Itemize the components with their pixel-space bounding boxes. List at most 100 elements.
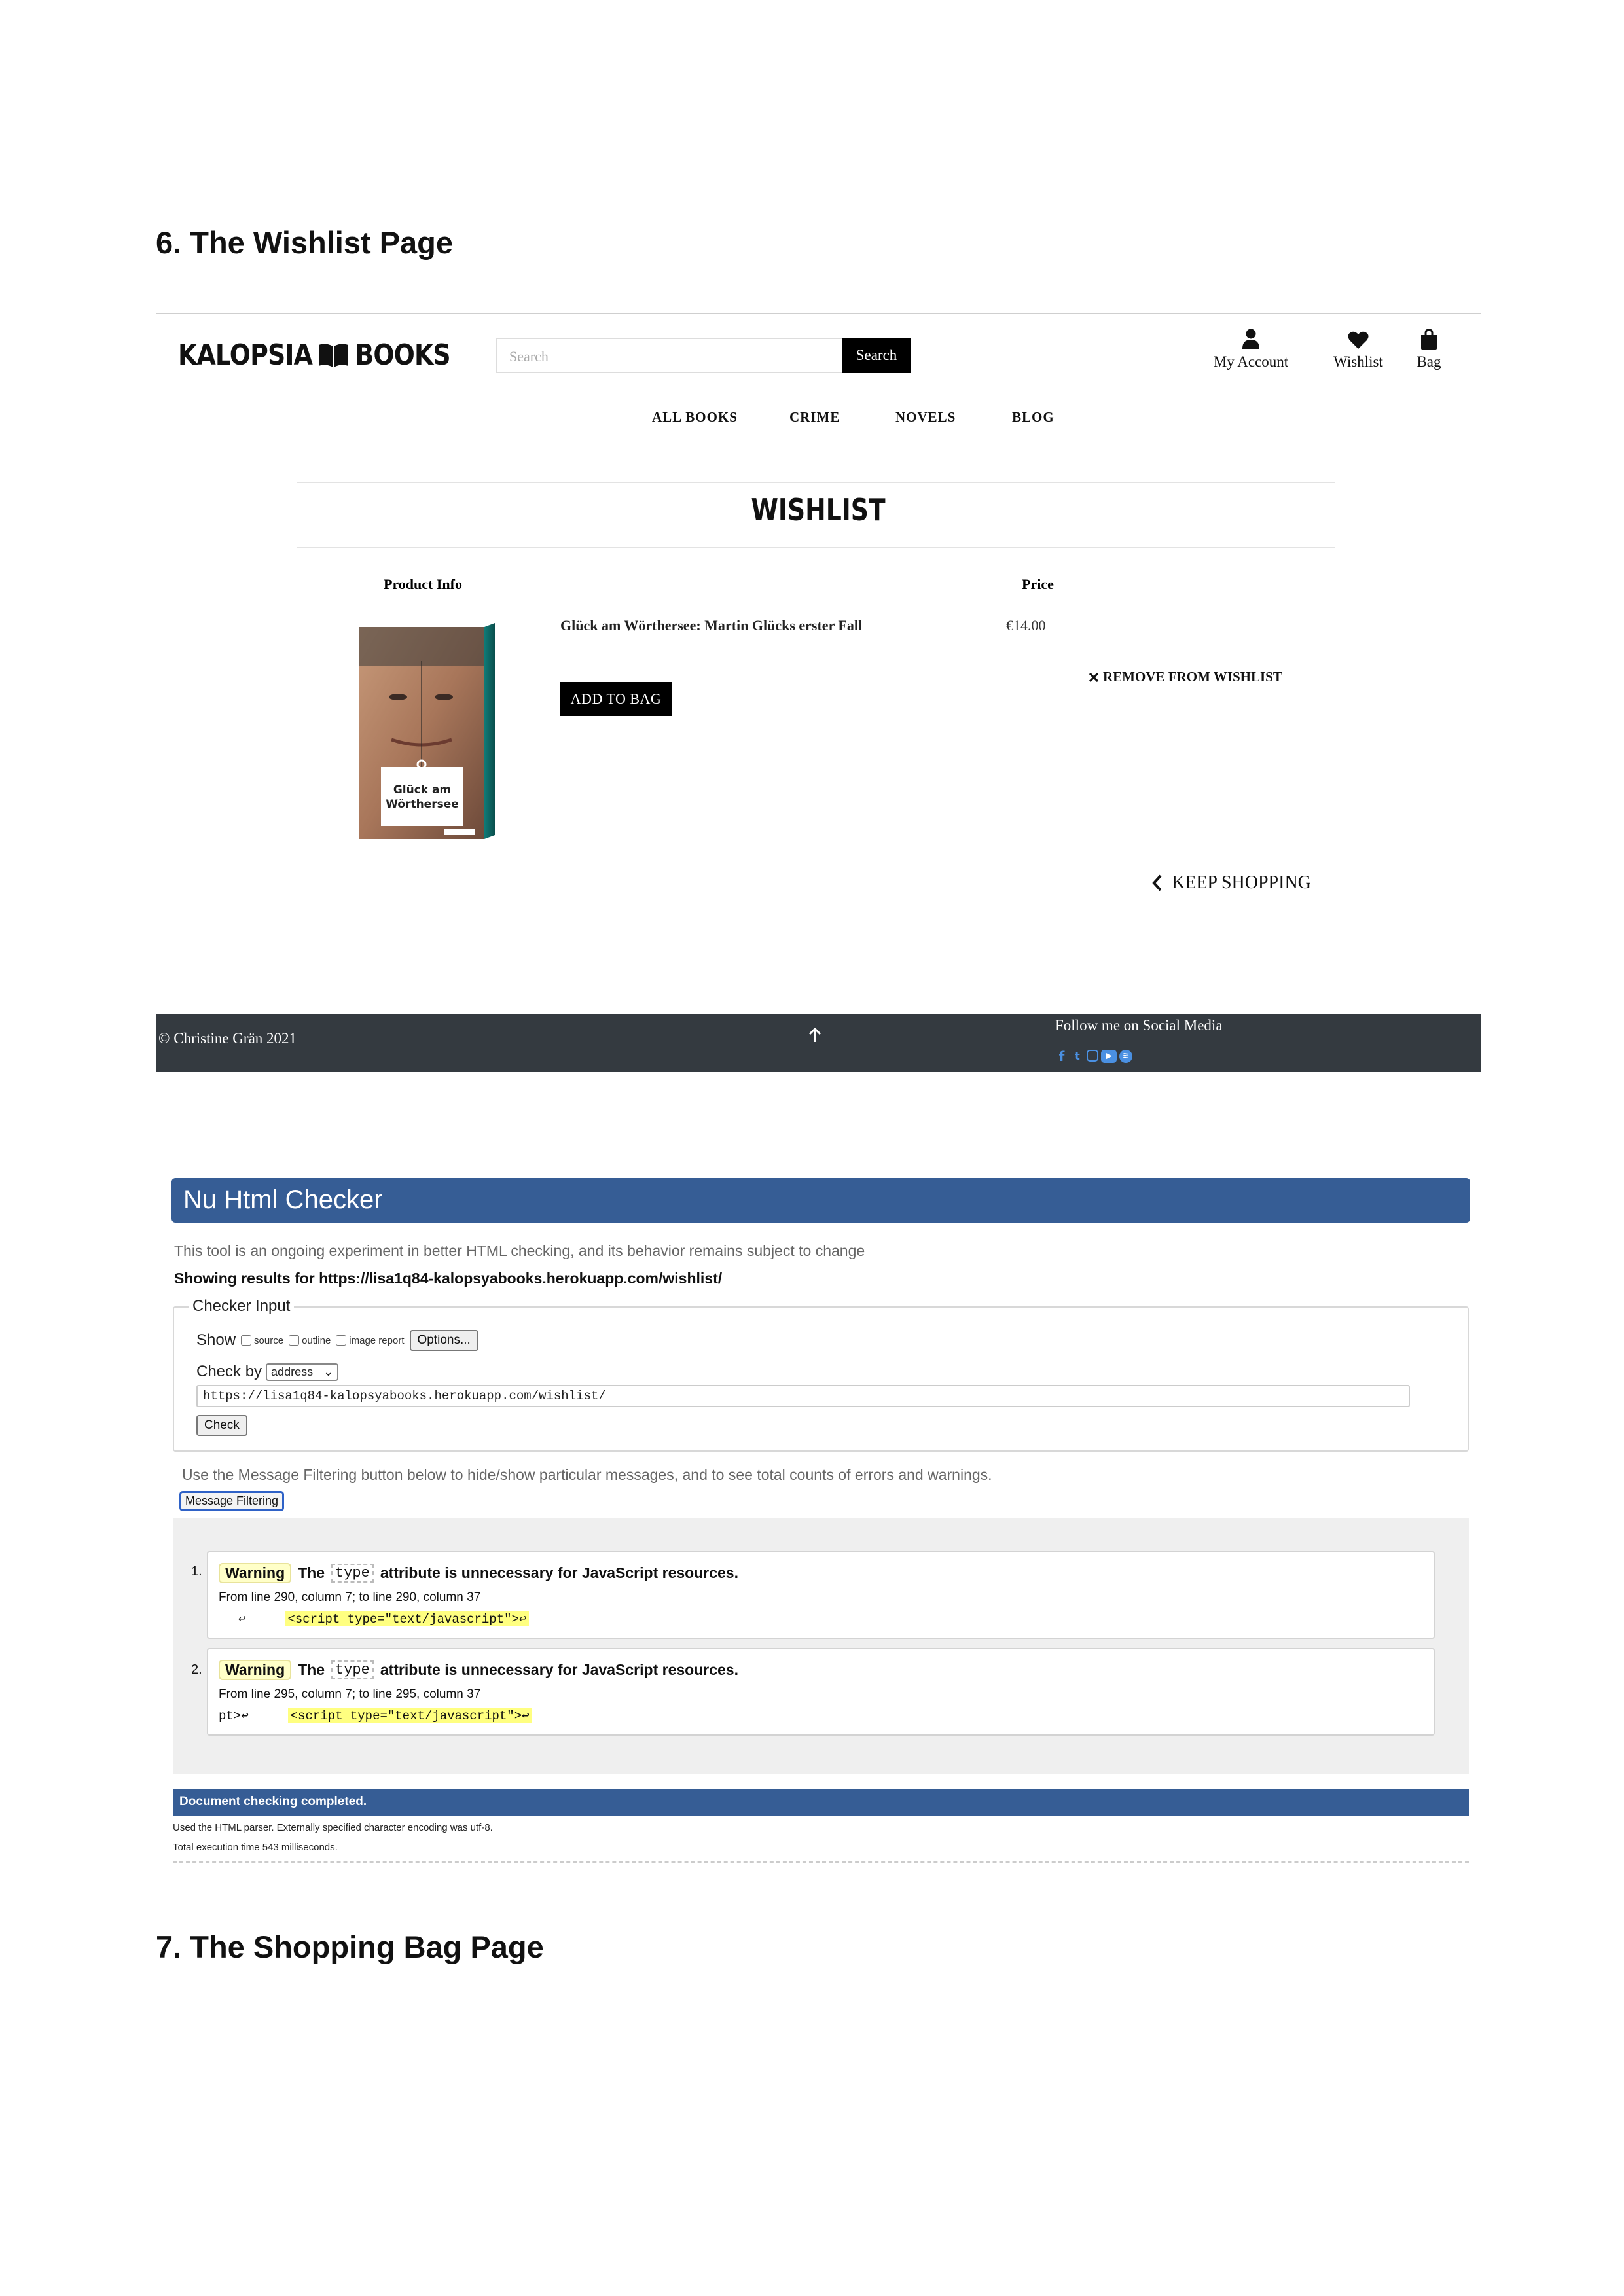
- section-heading-bag: 7. The Shopping Bag Page: [156, 1929, 544, 1964]
- product-price: €14.00: [1006, 617, 1046, 634]
- logo-text-left: KALOPSIA: [178, 338, 313, 372]
- options-button[interactable]: Options...: [409, 1330, 478, 1351]
- checking-completed-bar: Document checking completed.: [173, 1789, 1469, 1816]
- source-label: source: [254, 1335, 284, 1346]
- warning-badge: Warning: [219, 1563, 292, 1583]
- show-image-report-option[interactable]: image report: [336, 1335, 405, 1346]
- check-by-select[interactable]: address ⌄: [266, 1363, 339, 1381]
- message-post: attribute is unnecessary for JavaScript …: [380, 1661, 738, 1678]
- wishlist-page-screenshot: KALOPSIA BOOKS Search Search My Account …: [156, 313, 1481, 1072]
- message-extract: pt>↩ <script type="text/javascript">↩: [219, 1708, 532, 1723]
- check-button[interactable]: Check: [196, 1415, 247, 1436]
- results-for: Showing results for https://lisa1q84-kal…: [174, 1270, 723, 1287]
- bag-label: Bag: [1416, 353, 1441, 370]
- message-item: Warning The type attribute is unnecessar…: [207, 1648, 1435, 1736]
- message-extract: ↩ <script type="text/javascript">↩: [219, 1611, 530, 1626]
- add-to-bag-button[interactable]: ADD TO BAG: [560, 682, 672, 716]
- search-input[interactable]: Search: [496, 338, 842, 373]
- show-source-option[interactable]: source: [241, 1335, 283, 1346]
- message-title: Warning The type attribute is unnecessar…: [219, 1660, 738, 1680]
- svg-text:Wörthersee: Wörthersee: [386, 798, 459, 811]
- my-account-link[interactable]: My Account: [1202, 327, 1300, 370]
- extract-highlight: <script type="text/javascript">↩: [285, 1611, 530, 1626]
- message-location[interactable]: From line 295, column 7; to line 295, co…: [219, 1687, 480, 1702]
- message-number: 1.: [191, 1564, 202, 1579]
- outline-checkbox[interactable]: [289, 1335, 300, 1346]
- message-pre: The: [298, 1564, 325, 1581]
- checker-title-bar: Nu Html Checker: [171, 1178, 1470, 1223]
- close-icon: [1089, 672, 1099, 682]
- html-checker-screenshot: Nu Html Checker This tool is an ongoing …: [171, 1178, 1470, 1865]
- nav-blog[interactable]: BLOG: [1012, 409, 1055, 425]
- image-report-checkbox[interactable]: [336, 1335, 347, 1346]
- message-title: Warning The type attribute is unnecessar…: [219, 1563, 738, 1583]
- url-input[interactable]: https://lisa1q84-kalopsyabooks.herokuapp…: [196, 1385, 1410, 1407]
- nav-all-books[interactable]: ALL BOOKS: [652, 409, 738, 425]
- follow-label: Follow me on Social Media: [1055, 1017, 1223, 1033]
- keep-shopping-label: KEEP SHOPPING: [1172, 872, 1311, 893]
- shopping-bag-icon: [1421, 329, 1437, 350]
- twitter-icon[interactable]: t: [1071, 1050, 1084, 1063]
- message-post: attribute is unnecessary for JavaScript …: [380, 1564, 738, 1581]
- site-footer: © Christine Grän 2021 Follow me on Socia…: [156, 1014, 1481, 1072]
- book-cover-image[interactable]: Glück am Wörthersee: [359, 622, 496, 841]
- site-logo[interactable]: KALOPSIA BOOKS: [178, 338, 451, 372]
- checker-input-legend: Checker Input: [189, 1297, 295, 1316]
- checker-intro: This tool is an ongoing experiment in be…: [174, 1242, 865, 1259]
- extract-prefix: ↩: [238, 1612, 246, 1626]
- svg-text:Glück am: Glück am: [393, 783, 451, 797]
- arrow-up-icon[interactable]: [808, 1028, 821, 1043]
- execution-time: Total execution time 543 milliseconds.: [173, 1842, 338, 1853]
- spotify-icon[interactable]: ≋: [1119, 1050, 1132, 1063]
- section-heading-wishlist: 6. The Wishlist Page: [156, 225, 454, 260]
- message-code: type: [331, 1564, 374, 1583]
- source-checkbox[interactable]: [241, 1335, 252, 1346]
- check-by-label: Check by: [196, 1363, 262, 1380]
- message-item: Warning The type attribute is unnecessar…: [207, 1551, 1435, 1639]
- show-outline-option[interactable]: outline: [289, 1335, 331, 1346]
- message-number: 2.: [191, 1662, 202, 1677]
- check-by-row: Check by address ⌄: [196, 1363, 339, 1381]
- message-pre: The: [298, 1661, 325, 1678]
- filter-hint: Use the Message Filtering button below t…: [182, 1466, 992, 1483]
- outline-label: outline: [302, 1335, 331, 1346]
- my-account-label: My Account: [1213, 353, 1289, 370]
- dashed-divider: [173, 1861, 1469, 1863]
- page-title: WISHLIST: [751, 492, 886, 528]
- product-name[interactable]: Glück am Wörthersee: Martin Glücks erste…: [560, 617, 862, 634]
- warning-badge: Warning: [219, 1660, 292, 1680]
- bag-link[interactable]: Bag: [1390, 327, 1468, 370]
- check-by-value: address: [271, 1365, 314, 1378]
- copyright: © Christine Grän 2021: [158, 1030, 297, 1047]
- messages-area: 1. Warning The type attribute is unneces…: [173, 1518, 1469, 1774]
- extract-prefix: pt>↩: [219, 1709, 249, 1723]
- open-book-icon: [319, 343, 349, 367]
- show-label: Show: [196, 1331, 236, 1349]
- facebook-icon[interactable]: f: [1055, 1050, 1068, 1063]
- show-options-row: Show source outline image report Options…: [196, 1330, 478, 1351]
- keep-shopping-link[interactable]: KEEP SHOPPING: [1152, 872, 1311, 893]
- title-divider-top: [297, 482, 1335, 483]
- extract-highlight: <script type="text/javascript">↩: [287, 1708, 532, 1723]
- remove-from-wishlist-link[interactable]: REMOVE FROM WISHLIST: [1089, 669, 1282, 685]
- image-report-label: image report: [349, 1335, 405, 1346]
- logo-text-right: BOOKS: [355, 338, 450, 372]
- nav-novels[interactable]: NOVELS: [895, 409, 956, 425]
- chevron-left-icon: [1152, 874, 1162, 891]
- nav-crime[interactable]: CRIME: [789, 409, 840, 425]
- social-icons: f t ▶ ≋: [1055, 1050, 1132, 1063]
- message-filtering-button[interactable]: Message Filtering: [179, 1491, 285, 1511]
- instagram-icon[interactable]: [1087, 1050, 1098, 1062]
- chevron-down-icon: ⌄: [323, 1365, 334, 1378]
- message-code: type: [331, 1660, 374, 1679]
- remove-label: REMOVE FROM WISHLIST: [1103, 669, 1282, 685]
- column-header-product: Product Info: [384, 576, 462, 592]
- youtube-icon[interactable]: ▶: [1101, 1050, 1117, 1063]
- user-icon: [1242, 329, 1259, 349]
- message-location[interactable]: From line 290, column 7; to line 290, co…: [219, 1590, 480, 1605]
- parser-note: Used the HTML parser. Externally specifi…: [173, 1822, 493, 1833]
- title-divider-bottom: [297, 547, 1335, 548]
- column-header-price: Price: [1022, 576, 1054, 592]
- search-button[interactable]: Search: [842, 338, 911, 373]
- checker-input-fieldset: [173, 1306, 1469, 1452]
